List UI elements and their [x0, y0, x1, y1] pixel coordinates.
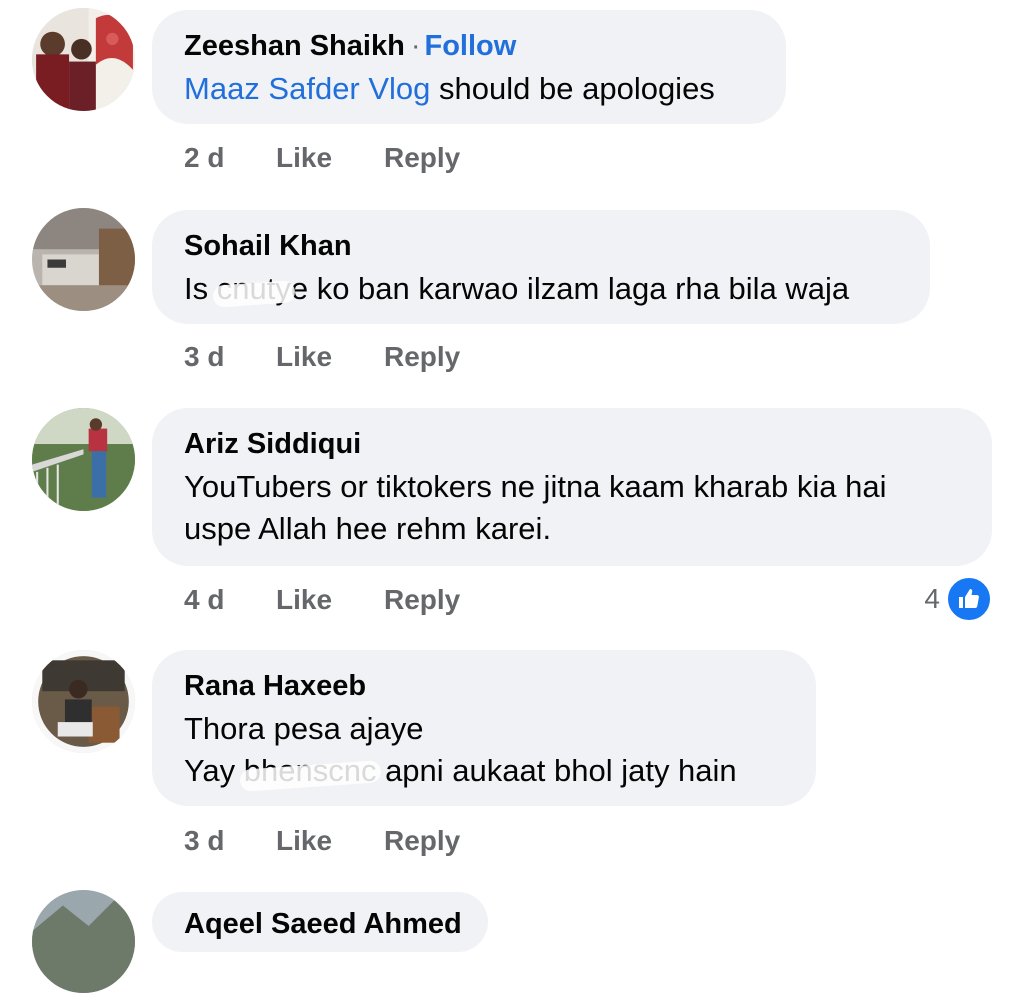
comment-bubble: Zeeshan Shaikh · Follow Maaz Safder Vlog s…	[152, 10, 786, 124]
reply-button[interactable]: Reply	[384, 142, 460, 174]
mention-link[interactable]: Maaz Safder Vlog	[184, 71, 430, 106]
comment-actions: 3 d Like Reply	[184, 341, 460, 373]
comment-body-part: e ko ban karwao ilzam laga rha bila waja	[290, 271, 850, 306]
reply-button[interactable]: Reply	[384, 825, 460, 857]
avatar[interactable]	[32, 8, 135, 111]
timestamp[interactable]: 2 d	[184, 142, 276, 174]
comment-body-part: Is	[184, 271, 217, 306]
author-name[interactable]: Sohail Khan	[184, 230, 352, 262]
comment-bubble: Rana Haxeeb Thora pesa ajaye Yay bhenscn…	[152, 650, 816, 806]
like-button[interactable]: Like	[276, 341, 384, 373]
reply-button[interactable]: Reply	[384, 341, 460, 373]
comment-header: Sohail Khan	[184, 228, 898, 264]
author-name[interactable]: Zeeshan Shaikh	[184, 30, 405, 62]
author-name[interactable]: Aqeel Saeed Ahmed	[184, 908, 462, 940]
timestamp[interactable]: 4 d	[184, 584, 276, 616]
avatar[interactable]	[32, 650, 135, 753]
reaction-count: 4	[924, 583, 940, 614]
author-name[interactable]: Rana Haxeeb	[184, 670, 366, 702]
follow-button[interactable]: Follow	[424, 30, 516, 62]
comment-bubble: Ariz Siddiqui YouTubers or tiktokers ne …	[152, 408, 992, 566]
comment-text: Thora pesa ajaye	[184, 711, 424, 746]
comment-header: Rana Haxeeb	[184, 668, 784, 704]
comment-text: uspe Allah hee rehm karei.	[184, 511, 552, 546]
comment-text: YouTubers or tiktokers ne jitna kaam kha…	[184, 469, 887, 504]
comment-text: Is cnutye ko ban karwao ilzam laga rha b…	[184, 268, 898, 310]
censored-word: cnuty	[217, 268, 291, 310]
comment-text: Maaz Safder Vlog should be apologies	[184, 68, 754, 110]
avatar[interactable]	[32, 208, 135, 311]
separator-dot: ·	[410, 30, 421, 62]
censored-word: bhenscnc	[244, 750, 377, 792]
comment-actions: 2 d Like Reply	[184, 142, 460, 174]
comment-body: should be apologies	[430, 71, 715, 106]
comment-text: Yay bhenscnc apni aukaat bhol jaty hain	[184, 750, 784, 792]
like-button[interactable]: Like	[276, 142, 384, 174]
comment-bubble: Sohail Khan Is cnutye ko ban karwao ilza…	[152, 210, 930, 324]
thumbs-up-icon	[946, 576, 992, 622]
comment-header: Zeeshan Shaikh · Follow	[184, 28, 754, 64]
comment-body-part: Yay	[184, 753, 244, 788]
comment-actions: 3 d Like Reply	[184, 825, 460, 857]
author-name[interactable]: Ariz Siddiqui	[184, 428, 361, 460]
timestamp[interactable]: 3 d	[184, 825, 276, 857]
comment-body-part: apni aukaat bhol jaty hain	[376, 753, 737, 788]
like-button[interactable]: Like	[276, 825, 384, 857]
avatar[interactable]	[32, 408, 135, 511]
comment-header: Aqeel Saeed Ahmed	[184, 906, 462, 942]
comment-bubble: Aqeel Saeed Ahmed	[152, 892, 488, 952]
like-button[interactable]: Like	[276, 584, 384, 616]
comment-actions: 4 d Like Reply	[184, 584, 460, 616]
timestamp[interactable]: 3 d	[184, 341, 276, 373]
comment-header: Ariz Siddiqui	[184, 426, 960, 462]
reply-button[interactable]: Reply	[384, 584, 460, 616]
reaction-summary[interactable]: 4	[924, 576, 992, 622]
avatar[interactable]	[32, 890, 135, 993]
